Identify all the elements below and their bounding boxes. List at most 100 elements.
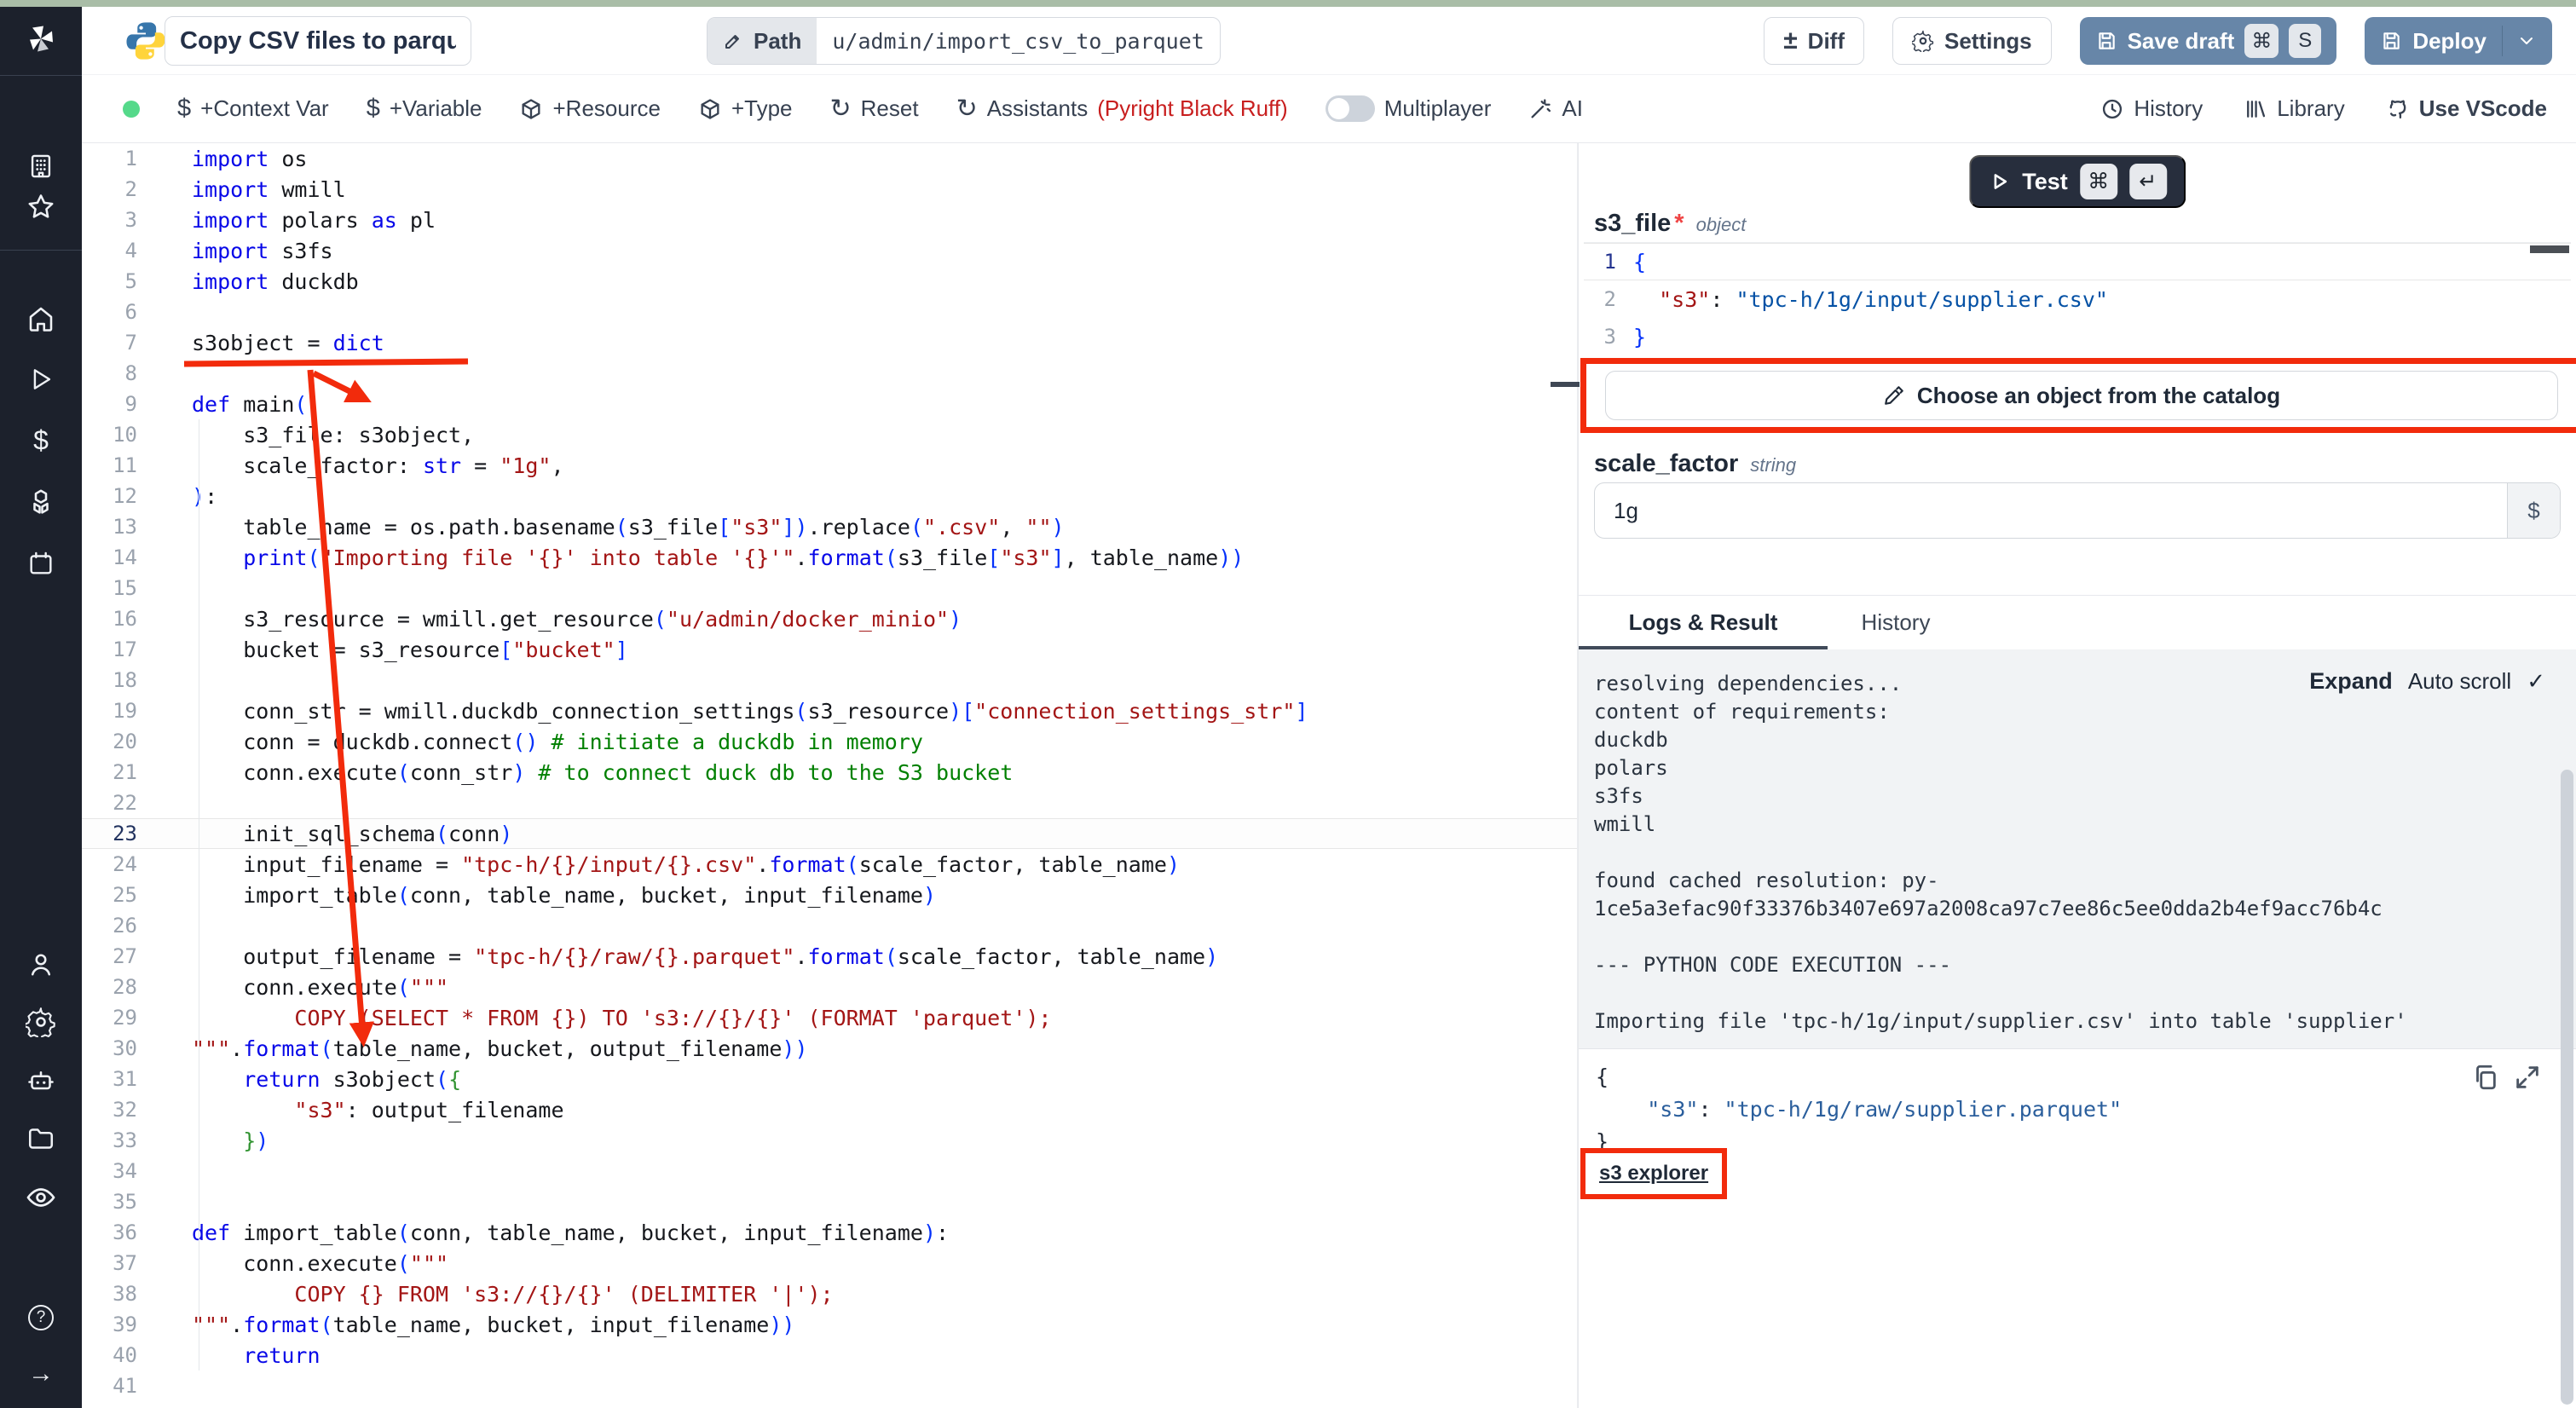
code-line-30[interactable]: 30""".format(table_name, bucket, output_… (82, 1033, 1577, 1064)
insert-variable-button[interactable]: $ (2507, 483, 2560, 538)
runs-play-icon[interactable] (26, 365, 55, 394)
reset-button[interactable]: ↻Reset (830, 95, 919, 122)
choose-object-button[interactable]: Choose an object from the catalog (1605, 371, 2558, 420)
test-button[interactable]: Test ⌘ ↵ (1969, 155, 2186, 208)
workspace-building-icon[interactable] (26, 152, 55, 181)
deploy-button[interactable]: Deploy (2365, 17, 2552, 65)
window-top-strip (0, 0, 2576, 7)
add-resource-button[interactable]: +Resource (519, 95, 660, 122)
code-line-8[interactable]: 8 (82, 358, 1577, 389)
code-line-11[interactable]: 11 scale_factor: str = "1g", (82, 450, 1577, 481)
log-output[interactable]: resolving dependencies...content of requ… (1579, 649, 2576, 1048)
code-line-34[interactable]: 34 (82, 1156, 1577, 1186)
favorites-star-icon[interactable] (26, 192, 56, 222)
assistants-detail[interactable]: (Pyright Black Ruff) (1097, 95, 1287, 122)
code-line-29[interactable]: 29 COPY (SELECT * FROM {}) TO 's3://{}/{… (82, 1002, 1577, 1033)
ai-button[interactable]: AI (1528, 95, 1583, 122)
deploy-dropdown-chevron[interactable] (2502, 26, 2537, 56)
code-line-19[interactable]: 19 conn_str = wmill.duckdb_connection_se… (82, 695, 1577, 726)
code-line-27[interactable]: 27 output_filename = "tpc-h/{}/raw/{}.pa… (82, 941, 1577, 972)
code-line-33[interactable]: 33 }) (82, 1125, 1577, 1156)
script-title-input[interactable] (165, 16, 471, 66)
diff-button[interactable]: ± Diff (1764, 17, 1864, 65)
code-line-5[interactable]: 5import duckdb (82, 266, 1577, 297)
code-line-7[interactable]: 7s3object = dict (82, 327, 1577, 358)
assistants-button[interactable]: ↻Assistants (Pyright Black Ruff) (956, 95, 1288, 122)
add-type-button[interactable]: +Type (698, 95, 793, 122)
code-line-37[interactable]: 37 conn.execute(""" (82, 1248, 1577, 1278)
users-person-icon[interactable] (26, 949, 56, 980)
multiplayer-toggle[interactable] (1326, 95, 1375, 122)
panel-scrollbar-thumb[interactable] (2561, 770, 2573, 1405)
resources-cubes-icon[interactable] (26, 488, 56, 518)
save-draft-button[interactable]: Save draft ⌘ S (2080, 17, 2337, 65)
code-editor[interactable]: 1import os2import wmill3import polars as… (82, 143, 1578, 1408)
code-line-2[interactable]: 2import wmill (82, 174, 1577, 205)
code-line-26[interactable]: 26 (82, 910, 1577, 941)
copy-clipboard-icon[interactable] (2470, 1063, 2499, 1092)
panel-splitter-handle[interactable] (1551, 382, 1580, 387)
code-line-15[interactable]: 15 (82, 573, 1577, 603)
code-line-9[interactable]: 9def main( (82, 389, 1577, 419)
history-button[interactable]: History (2100, 95, 2203, 122)
library-button[interactable]: Library (2244, 95, 2344, 122)
code-line-1[interactable]: 1import os (82, 143, 1577, 174)
code-line-14[interactable]: 14 print("Importing file '{}' into table… (82, 542, 1577, 573)
code-line-16[interactable]: 16 s3_resource = wmill.get_resource("u/a… (82, 603, 1577, 634)
code-line-24[interactable]: 24 input_filename = "tpc-h/{}/input/{}.c… (82, 849, 1577, 880)
json-line-1[interactable]: 1{ (1584, 243, 2571, 280)
json-line-2[interactable]: 2 "s3": "tpc-h/1g/input/supplier.csv" (1584, 280, 2571, 318)
code-line-42[interactable]: 42def init_sql_schema(conn): (82, 1401, 1577, 1408)
code-line-13[interactable]: 13 table_name = os.path.basename(s3_file… (82, 511, 1577, 542)
path-chip[interactable]: Path (708, 18, 817, 64)
code-line-22[interactable]: 22 (82, 788, 1577, 818)
code-line-3[interactable]: 3import polars as pl (82, 205, 1577, 235)
code-line-39[interactable]: 39""".format(table_name, bucket, input_f… (82, 1309, 1577, 1340)
path-group[interactable]: Path u/admin/import_csv_to_parquet (707, 17, 1221, 65)
code-line-32[interactable]: 32 "s3": output_filename (82, 1094, 1577, 1125)
tab-history[interactable]: History (1828, 596, 1964, 649)
tab-logs-result[interactable]: Logs & Result (1579, 596, 1828, 649)
auto-scroll-toggle[interactable]: Auto scroll (2408, 668, 2511, 695)
workers-robot-icon[interactable] (26, 1065, 56, 1096)
variables-dollar-icon[interactable]: $ (33, 425, 49, 457)
code-line-40[interactable]: 40 return (82, 1340, 1577, 1370)
code-line-10[interactable]: 10 s3_file: s3object, (82, 419, 1577, 450)
s3-explorer-link[interactable]: s3 explorer (1599, 1162, 1708, 1185)
code-line-18[interactable]: 18 (82, 665, 1577, 695)
expand-sidebar-arrow-icon[interactable]: → (28, 1359, 54, 1388)
expand-fullscreen-icon[interactable] (2513, 1063, 2542, 1092)
scale-factor-value[interactable]: 1g (1595, 498, 2507, 524)
json-line-3[interactable]: 3} (1584, 318, 2571, 355)
folders-icon[interactable] (26, 1123, 56, 1154)
audit-eye-icon[interactable] (25, 1181, 57, 1214)
use-vscode-button[interactable]: Use VScode (2386, 95, 2547, 122)
settings-gear-icon[interactable] (26, 1007, 56, 1037)
home-icon[interactable] (26, 303, 56, 334)
code-line-20[interactable]: 20 conn = duckdb.connect() # initiate a … (82, 726, 1577, 757)
code-line-12[interactable]: 12): (82, 481, 1577, 511)
code-line-28[interactable]: 28 conn.execute(""" (82, 972, 1577, 1002)
schedules-calendar-icon[interactable] (26, 549, 55, 578)
add-variable-button[interactable]: $+Variable (367, 95, 482, 123)
help-icon[interactable]: ? (28, 1305, 54, 1330)
code-line-21[interactable]: 21 conn.execute(conn_str) # to connect d… (82, 757, 1577, 788)
settings-button[interactable]: Settings (1892, 17, 2052, 65)
expand-button[interactable]: Expand (2309, 668, 2393, 695)
code-line-35[interactable]: 35 (82, 1186, 1577, 1217)
windmill-logo-icon[interactable] (24, 22, 58, 61)
code-line-31[interactable]: 31 return s3object({ (82, 1064, 1577, 1094)
editor-scrollbar-thumb[interactable] (2530, 245, 2569, 253)
code-line-36[interactable]: 36def import_table(conn, table_name, buc… (82, 1217, 1577, 1248)
path-value[interactable]: u/admin/import_csv_to_parquet (817, 18, 1220, 64)
code-line-23[interactable]: 23 init_sql_schema(conn) (82, 818, 1577, 849)
code-line-17[interactable]: 17 bucket = s3_resource["bucket"] (82, 634, 1577, 665)
code-line-41[interactable]: 41 (82, 1370, 1577, 1401)
add-context-var-button[interactable]: $+Context Var (177, 95, 329, 123)
code-line-4[interactable]: 4import s3fs (82, 235, 1577, 266)
code-line-6[interactable]: 6 (82, 297, 1577, 327)
scale-factor-input[interactable]: 1g $ (1594, 482, 2561, 539)
code-line-25[interactable]: 25 import_table(conn, table_name, bucket… (82, 880, 1577, 910)
code-line-38[interactable]: 38 COPY {} FROM 's3://{}/{}' (DELIMITER … (82, 1278, 1577, 1309)
s3file-json-editor[interactable]: 1{2 "s3": "tpc-h/1g/input/supplier.csv"3… (1584, 242, 2571, 360)
